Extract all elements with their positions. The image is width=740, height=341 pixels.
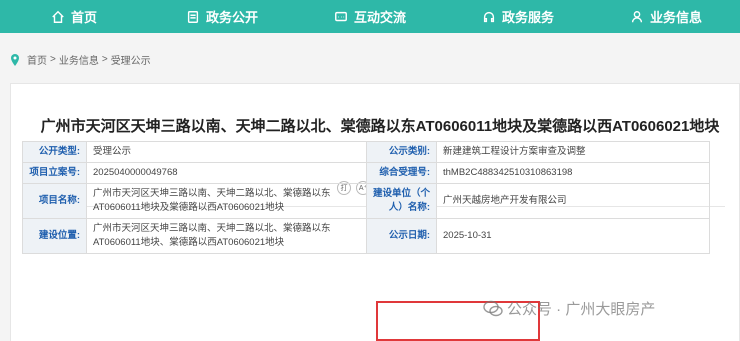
document-icon bbox=[187, 10, 199, 23]
developer-label: 建设单位（个人）名称: bbox=[366, 183, 437, 219]
breadcrumb: 首页 > 业务信息 > 受理公示 bbox=[10, 52, 151, 67]
table-row: 项目立案号: 2025040000049768 综合受理号: thMB2C488… bbox=[22, 162, 710, 184]
page-title: 广州市天河区天坤三路以南、天坤二路以北、棠德路以东AT0606011地块及棠德路… bbox=[40, 118, 720, 135]
project-name-label: 项目名称: bbox=[22, 183, 87, 219]
notice-category-label: 公示类别: bbox=[366, 141, 437, 163]
nav-gov-open-label: 政务公开 bbox=[205, 10, 258, 25]
nav-gov-open[interactable]: 政务公开 bbox=[148, 0, 296, 33]
wechat-icon bbox=[483, 300, 503, 316]
project-number-value: 2025040000049768 bbox=[86, 162, 367, 184]
table-row: 建设位置: 广州市天河区天坤三路以南、天坤二路以北、棠德路以东AT0606011… bbox=[22, 218, 710, 254]
location-pin-icon bbox=[11, 53, 19, 66]
top-nav: 首页 政务公开 互动交流 政务服务 业务信息 bbox=[0, 0, 740, 33]
acceptance-number-value: thMB2C488342510310863198 bbox=[436, 162, 710, 184]
chat-icon bbox=[335, 11, 347, 21]
watermark: 公众号 · 广州大眼房产 bbox=[483, 298, 655, 319]
developer-value: 广州天越房地产开发有限公司 bbox=[436, 183, 710, 219]
notice-date-label: 公示日期: bbox=[366, 218, 437, 254]
breadcrumb-separator: > bbox=[50, 54, 56, 65]
nav-business-info-label: 业务信息 bbox=[649, 10, 702, 25]
nav-home[interactable]: 首页 bbox=[0, 0, 148, 33]
table-row: 项目名称: 广州市天河区天坤三路以南、天坤二路以北、棠德路以东AT0606011… bbox=[22, 183, 710, 219]
home-icon bbox=[52, 10, 64, 23]
nav-service-label: 政务服务 bbox=[501, 10, 554, 25]
person-icon bbox=[631, 10, 643, 22]
breadcrumb-home[interactable]: 首页 bbox=[27, 52, 47, 67]
publish-type-label: 公开类型: bbox=[22, 141, 87, 163]
project-name-value: 广州市天河区天坤三路以南、天坤二路以北、棠德路以东AT0606011地块及棠德路… bbox=[86, 183, 367, 219]
nav-interaction-label: 互动交流 bbox=[353, 10, 406, 25]
breadcrumb-business-info[interactable]: 业务信息 bbox=[59, 52, 99, 67]
nav-interaction[interactable]: 互动交流 bbox=[296, 0, 444, 33]
acceptance-number-label: 综合受理号: bbox=[366, 162, 437, 184]
notice-category-value: 新建建筑工程设计方案审查及调整 bbox=[436, 141, 710, 163]
notice-date-value: 2025-10-31 bbox=[436, 218, 710, 254]
table-row: 公开类型: 受理公示 公示类别: 新建建筑工程设计方案审查及调整 bbox=[22, 141, 710, 163]
watermark-text: 公众号 · 广州大眼房产 bbox=[507, 301, 656, 318]
nav-business-info[interactable]: 业务信息 bbox=[592, 0, 740, 33]
headset-icon bbox=[483, 11, 495, 22]
breadcrumb-current[interactable]: 受理公示 bbox=[111, 52, 151, 67]
project-number-label: 项目立案号: bbox=[22, 162, 87, 184]
breadcrumb-separator: > bbox=[101, 54, 108, 65]
nav-home-label: 首页 bbox=[70, 10, 97, 25]
publish-type-value: 受理公示 bbox=[86, 141, 367, 163]
location-label: 建设位置: bbox=[22, 218, 87, 254]
info-table: 公开类型: 受理公示 公示类别: 新建建筑工程设计方案审查及调整 项目立案号: … bbox=[22, 141, 710, 254]
location-value: 广州市天河区天坤三路以南、天坤二路以北、棠德路以东AT0606011地块、棠德路… bbox=[86, 218, 367, 254]
nav-service[interactable]: 政务服务 bbox=[444, 0, 592, 33]
